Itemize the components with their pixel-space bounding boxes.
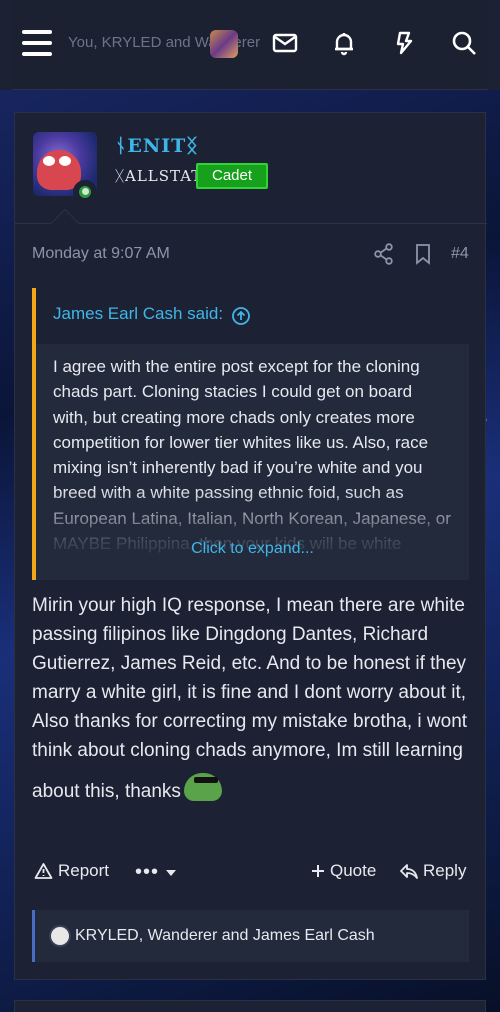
top-navigation-bar: You, KRYLED and Wanderer — [0, 0, 500, 90]
post-message: Mirin your high IQ response, I mean ther… — [32, 591, 472, 806]
post-message-text: Mirin your high IQ response, I mean ther… — [32, 595, 468, 802]
reactions-bar[interactable]: KRYLED, Wanderer and James Earl Cash — [32, 910, 469, 962]
next-post-edge — [14, 1000, 486, 1012]
reaction-icon — [49, 925, 71, 947]
click-to-expand-link[interactable]: Click to expand... — [36, 540, 469, 558]
quote-block: James Earl Cash said: I agree with the e… — [32, 288, 469, 580]
search-icon[interactable] — [451, 30, 477, 56]
post-action-bar: Report ••• Quote Reply — [15, 861, 487, 889]
reaction-preview-avatar — [210, 30, 238, 58]
report-label: Report — [58, 861, 110, 880]
menu-icon[interactable] — [22, 28, 52, 58]
plus-icon — [312, 865, 324, 877]
online-status-icon — [73, 180, 97, 204]
rank-badge: Cadet — [196, 163, 269, 189]
share-icon[interactable] — [374, 243, 394, 265]
post-date-link[interactable]: Monday at 9:07 AM — [32, 245, 170, 263]
arrow-up-circle-icon[interactable] — [231, 306, 251, 326]
report-button[interactable]: Report — [34, 861, 109, 881]
quote-fade-overlay — [36, 488, 469, 580]
header-divider-arrow — [50, 208, 80, 238]
username-link[interactable]: ᚾENITᛝ — [115, 135, 199, 157]
reactions-list-text[interactable]: KRYLED, Wanderer and James Earl Cash — [75, 927, 375, 945]
quote-label: Quote — [330, 861, 377, 880]
reply-label: Reply — [423, 861, 467, 880]
bell-icon[interactable] — [331, 30, 357, 56]
bookmark-icon[interactable] — [413, 243, 433, 265]
forum-post: ᚾENITᛝ ᚷALLSTATT Cadet Monday at 9:07 AM… — [14, 112, 487, 980]
reply-icon — [400, 864, 418, 879]
more-options-button[interactable]: ••• — [135, 861, 182, 884]
header-divider — [15, 223, 487, 224]
mail-icon[interactable] — [272, 30, 298, 56]
frog-sunglasses-emoji-icon — [182, 765, 224, 803]
post-number-link[interactable]: #4 — [451, 245, 469, 263]
reply-button[interactable]: Reply — [400, 861, 466, 881]
warning-icon — [34, 863, 53, 879]
more-options-label: ••• — [135, 861, 160, 883]
bolt-icon[interactable] — [391, 30, 417, 56]
quote-button[interactable]: Quote — [311, 861, 376, 881]
quote-author-link[interactable]: James Earl Cash said: — [53, 304, 223, 324]
caret-down-icon — [166, 869, 177, 876]
quote-header: James Earl Cash said: — [36, 288, 469, 344]
